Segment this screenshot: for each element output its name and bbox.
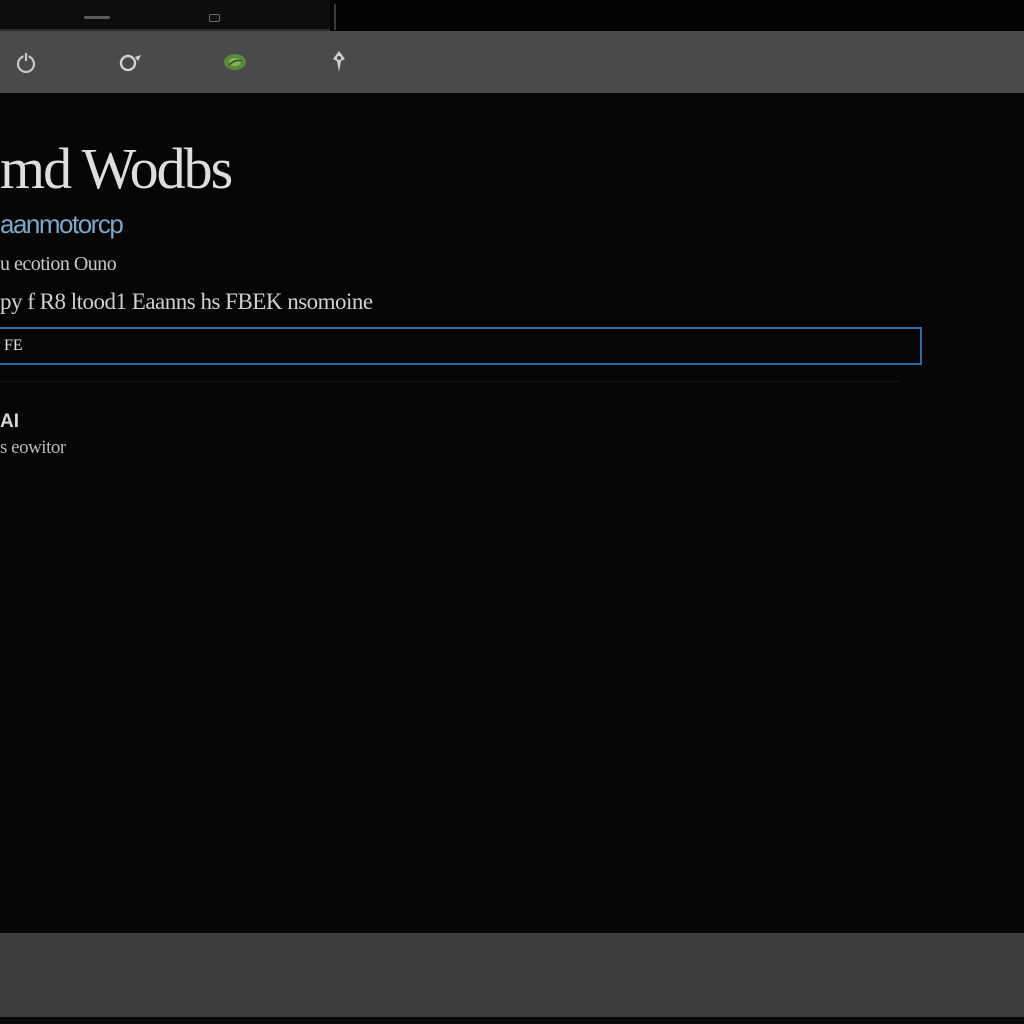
title-bar (0, 0, 1024, 31)
refresh-icon (119, 54, 141, 72)
toolbar (0, 31, 1024, 93)
description-text: py f R8 ltood1 Eaanns hs FBEK nsomoine (0, 289, 373, 314)
main-content: md Wodbs aanmotorcp u ecotion Ouno py f … (0, 93, 1024, 933)
page-title: md Wodbs (0, 136, 233, 201)
window-tab[interactable] (0, 0, 330, 31)
section-value: s eowitor (0, 437, 66, 458)
minimize-icon[interactable] (84, 16, 110, 19)
refresh-button[interactable] (116, 48, 144, 76)
power-icon (16, 53, 36, 74)
divider (0, 381, 900, 382)
text-input[interactable] (0, 329, 920, 363)
bottom-bar (0, 933, 1024, 1017)
info-text: u ecotion Ouno (0, 253, 117, 275)
leaf-icon (224, 54, 246, 70)
maximize-icon[interactable] (209, 14, 220, 22)
subtitle-link[interactable]: aanmotorcp (0, 209, 124, 240)
leaf-button[interactable] (221, 48, 249, 76)
text-input-frame (0, 327, 922, 365)
power-button[interactable] (12, 48, 40, 76)
section-label: AI (0, 411, 19, 432)
tab-divider (334, 4, 336, 30)
bottom-edge (0, 1017, 1024, 1024)
pin-button[interactable] (325, 48, 353, 76)
pin-icon (333, 51, 345, 72)
